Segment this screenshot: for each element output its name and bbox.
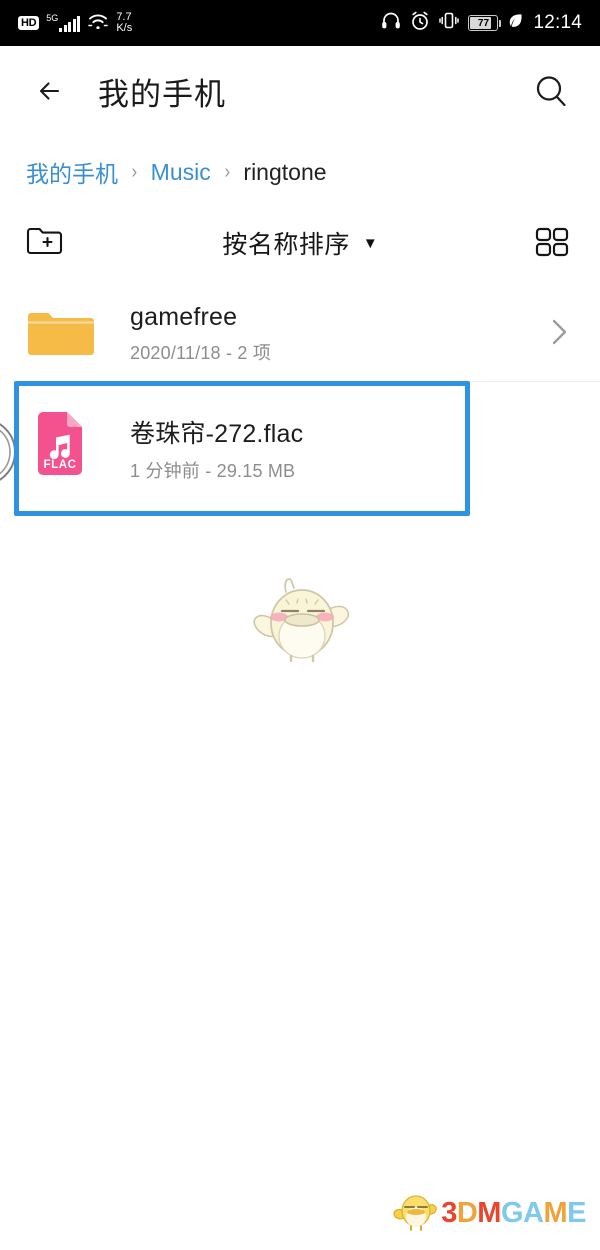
flac-audio-file-icon: FLAC <box>24 407 98 490</box>
breadcrumb-separator: › <box>131 160 138 183</box>
back-arrow-icon[interactable] <box>32 71 72 111</box>
watermark-letter: D <box>456 1197 478 1229</box>
phone-screen: HD 5G 7.7 K/s 77 12:14 我的手机 我的手机 › Music… <box>0 0 600 1250</box>
signal-bars-glyph <box>59 16 81 32</box>
sort-control[interactable]: 按名称排序 ▼ <box>0 225 600 261</box>
svg-text:FLAC: FLAC <box>43 459 76 471</box>
list-item-text: gamefree 2020/11/18 - 2 项 <box>130 303 271 365</box>
watermark: 3DMGAME <box>393 1189 586 1238</box>
search-icon[interactable] <box>530 70 572 112</box>
watermark-letter: 3 <box>441 1197 457 1229</box>
list-item-meta: 2020/11/18 - 2 项 <box>130 343 271 363</box>
grid-view-icon[interactable] <box>530 221 574 266</box>
watermark-letter: G <box>500 1197 524 1229</box>
signal-bars-icon: 5G <box>46 13 81 32</box>
status-bar-right: 77 12:14 <box>381 11 582 36</box>
watermark-letter: E <box>567 1197 586 1229</box>
chevron-right-icon[interactable] <box>542 315 576 354</box>
network-type-label: 5G <box>46 13 59 23</box>
breadcrumb-item-1[interactable]: Music <box>151 159 211 186</box>
data-speed-unit: K/s <box>116 22 133 34</box>
list-item-name: 卷珠帘-272.flac <box>130 419 304 448</box>
battery-icon: 77 <box>468 15 502 31</box>
list-item-name: gamefree <box>130 303 238 331</box>
chick-logo-icon <box>393 1189 439 1238</box>
breadcrumb-item-0[interactable]: 我的手机 <box>26 155 118 189</box>
list-item[interactable]: FLAC 卷珠帘-272.flac 1 分钟前 - 29.15 MB <box>0 382 600 500</box>
new-folder-icon[interactable] <box>24 221 70 266</box>
status-bar-left: HD 5G 7.7 K/s <box>18 12 132 34</box>
vibrate-icon <box>439 11 460 35</box>
hd-icon: HD <box>18 15 40 31</box>
watermark-letter: A <box>523 1197 544 1229</box>
chevron-down-icon[interactable]: ▼ <box>363 235 378 252</box>
status-bar: HD 5G 7.7 K/s 77 12:14 <box>0 0 600 46</box>
list-item[interactable]: gamefree 2020/11/18 - 2 项 <box>0 286 600 382</box>
toolbar: 按名称排序 ▼ <box>0 212 600 274</box>
wifi-icon <box>87 12 109 34</box>
sort-label[interactable]: 按名称排序 <box>222 225 350 261</box>
breadcrumb-item-2: ringtone <box>243 158 327 185</box>
alarm-clock-icon <box>410 11 430 36</box>
file-list: gamefree 2020/11/18 - 2 项 FLAC 卷珠帘-272.f… <box>0 286 600 500</box>
edge-artifact-image <box>0 416 30 488</box>
data-speed-indicator: 7.7 K/s <box>116 12 132 34</box>
list-item-text: 卷珠帘-272.flac 1 分钟前 - 29.15 MB <box>130 414 303 483</box>
list-item-meta: 1 分钟前 - 29.15 MB <box>130 460 296 481</box>
leaf-icon <box>507 12 524 34</box>
breadcrumb: 我的手机 › Music › ringtone <box>0 148 600 196</box>
breadcrumb-separator: › <box>224 160 230 183</box>
folder-icon <box>24 302 98 367</box>
battery-level-label: 77 <box>477 17 490 29</box>
clock-label: 12:14 <box>533 12 582 33</box>
app-bar: 我的手机 <box>0 46 600 136</box>
page-title: 我的手机 <box>98 76 226 112</box>
watermark-text: 3DMGAME <box>441 1199 586 1228</box>
watermark-letter: M <box>477 1197 501 1229</box>
watermark-letter: M <box>543 1197 568 1229</box>
headphone-icon <box>381 11 401 35</box>
chick-mascot-illustration <box>246 570 358 670</box>
